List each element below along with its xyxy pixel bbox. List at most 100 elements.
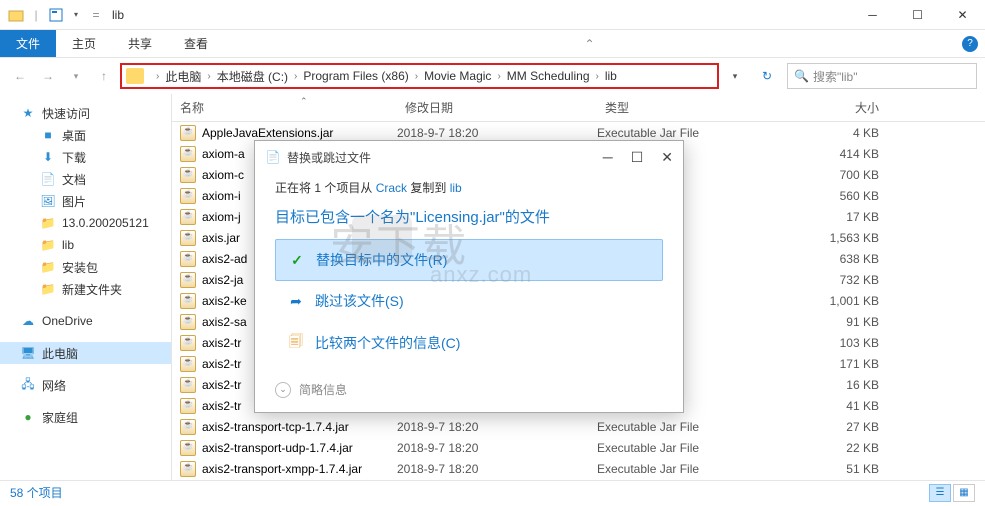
download-icon: ⬇ xyxy=(40,149,56,165)
search-placeholder: 搜索"lib" xyxy=(813,68,858,85)
homegroup-icon: ● xyxy=(20,409,36,425)
tab-view[interactable]: 查看 xyxy=(168,30,224,57)
dialog-conflict-text: 目标已包含一个名为"Licensing.jar"的文件 xyxy=(275,206,663,227)
chevron-right-icon[interactable]: › xyxy=(409,71,424,82)
source-link[interactable]: Crack xyxy=(376,181,407,195)
file-size: 16 KB xyxy=(797,378,887,392)
jar-icon xyxy=(180,335,196,351)
file-size: 41 KB xyxy=(797,399,887,413)
file-row[interactable]: axis2-transport-xmpp-1.7.4.jar 2018-9-7 … xyxy=(172,458,985,479)
sidebar-item-folder[interactable]: 📁13.0.200205121 xyxy=(0,212,171,234)
chevron-right-icon[interactable]: › xyxy=(590,71,605,82)
text: 复制到 xyxy=(407,181,450,195)
file-date: 2018-9-7 18:20 xyxy=(397,462,597,476)
file-row[interactable]: axis2-transport-tcp-1.7.4.jar 2018-9-7 1… xyxy=(172,416,985,437)
dialog-minimize-button[interactable]: ─ xyxy=(603,149,613,166)
chevron-down-icon[interactable]: ▾ xyxy=(68,7,84,23)
file-type: Executable Jar File xyxy=(597,126,797,140)
minimize-button[interactable]: ─ xyxy=(850,0,895,30)
sidebar-item-label: OneDrive xyxy=(42,314,93,328)
sidebar-item-quick[interactable]: ★快速访问 xyxy=(0,102,171,124)
refresh-button[interactable]: ↻ xyxy=(755,64,779,88)
folder-icon: 📁 xyxy=(40,281,56,297)
sidebar-item-documents[interactable]: 📄文档 xyxy=(0,168,171,190)
address-bar[interactable]: › 此电脑 › 本地磁盘 (C:) › Program Files (x86) … xyxy=(120,63,719,89)
details-view-button[interactable]: ☰ xyxy=(929,484,951,502)
file-date: 2018-9-7 18:20 xyxy=(397,126,597,140)
tab-home[interactable]: 主页 xyxy=(56,30,112,57)
col-date[interactable]: 修改日期 xyxy=(397,99,597,116)
sidebar-item-label: 网络 xyxy=(42,377,66,394)
sidebar-item-label: 安装包 xyxy=(62,259,98,276)
sort-arrow-icon: ⌃ xyxy=(292,96,308,107)
file-row[interactable]: axis2-transport-udp-1.7.4.jar 2018-9-7 1… xyxy=(172,437,985,458)
jar-icon xyxy=(180,356,196,372)
desktop-icon: ■ xyxy=(40,127,56,143)
sidebar-item-folder[interactable]: 📁新建文件夹 xyxy=(0,278,171,300)
dialog-close-button[interactable]: ✕ xyxy=(661,149,673,166)
dest-link[interactable]: lib xyxy=(450,181,462,195)
option-skip[interactable]: ➦ 跳过该文件(S) xyxy=(275,281,663,321)
icons-view-button[interactable]: ▦ xyxy=(953,484,975,502)
col-size[interactable]: 大小 xyxy=(797,99,887,116)
properties-icon[interactable] xyxy=(48,7,64,23)
forward-button[interactable]: → xyxy=(36,64,60,88)
option-label: 替换目标中的文件(R) xyxy=(316,250,447,270)
jar-icon xyxy=(180,440,196,456)
explorer-icon xyxy=(8,7,24,23)
close-button[interactable]: ✕ xyxy=(940,0,985,30)
dialog-expand[interactable]: ⌄ 简略信息 xyxy=(275,373,663,398)
option-label: 跳过该文件(S) xyxy=(315,291,404,311)
option-compare[interactable]: 🗐 比较两个文件的信息(C) xyxy=(275,321,663,365)
chevron-right-icon[interactable]: › xyxy=(150,71,165,82)
option-replace[interactable]: ✓ 替换目标中的文件(R) xyxy=(275,239,663,281)
tab-file[interactable]: 文件 xyxy=(0,30,56,57)
file-type: Executable Jar File xyxy=(597,420,797,434)
jar-icon xyxy=(180,272,196,288)
sidebar-item-onedrive[interactable]: ☁OneDrive xyxy=(0,310,171,332)
jar-icon xyxy=(180,251,196,267)
breadcrumb-seg[interactable]: Movie Magic xyxy=(424,69,491,83)
file-size: 560 KB xyxy=(797,189,887,203)
file-type: Executable Jar File xyxy=(597,462,797,476)
sidebar-item-desktop[interactable]: ■桌面 xyxy=(0,124,171,146)
sidebar-item-pictures[interactable]: 🖼图片 xyxy=(0,190,171,212)
search-input[interactable]: 🔍 搜索"lib" xyxy=(787,63,977,89)
jar-icon xyxy=(180,314,196,330)
address-dropdown-icon[interactable]: ▾ xyxy=(723,64,747,88)
sidebar-item-thispc[interactable]: 🖥此电脑 xyxy=(0,342,171,364)
up-button[interactable]: ↑ xyxy=(92,64,116,88)
maximize-button[interactable]: ☐ xyxy=(895,0,940,30)
chevron-right-icon[interactable]: › xyxy=(288,71,303,82)
sidebar-item-downloads[interactable]: ⬇下载 xyxy=(0,146,171,168)
sidebar-item-label: 文档 xyxy=(62,171,86,188)
dialog-maximize-button[interactable]: ☐ xyxy=(631,149,644,166)
file-size: 51 KB xyxy=(797,462,887,476)
col-type[interactable]: 类型 xyxy=(597,99,797,116)
breadcrumb-seg[interactable]: 本地磁盘 (C:) xyxy=(217,68,288,85)
column-header: ⌃ 名称 修改日期 类型 大小 xyxy=(172,94,985,122)
sidebar-item-folder[interactable]: 📁lib xyxy=(0,234,171,256)
ribbon-expand-icon[interactable]: ⌃ xyxy=(575,30,605,57)
sidebar-item-label: lib xyxy=(62,238,74,252)
sidebar-item-network[interactable]: 🖧网络 xyxy=(0,374,171,396)
sidebar-item-homegroup[interactable]: ●家庭组 xyxy=(0,406,171,428)
file-name: axis2-transport-xmpp-1.7.4.jar xyxy=(202,462,397,476)
dialog-titlebar: 📄 替换或跳过文件 ─ ☐ ✕ xyxy=(255,141,683,173)
history-dropdown[interactable]: ▾ xyxy=(64,64,88,88)
file-size: 1,563 KB xyxy=(797,231,887,245)
chevron-right-icon[interactable]: › xyxy=(491,71,506,82)
file-size: 732 KB xyxy=(797,273,887,287)
text: 正在将 1 个项目从 xyxy=(275,181,376,195)
file-name: axis2-transport-tcp-1.7.4.jar xyxy=(202,420,397,434)
help-icon[interactable]: ? xyxy=(955,30,985,57)
breadcrumb-root[interactable]: 此电脑 xyxy=(165,68,201,85)
chevron-right-icon[interactable]: › xyxy=(201,71,216,82)
breadcrumb-seg[interactable]: Program Files (x86) xyxy=(303,69,408,83)
breadcrumb-seg[interactable]: lib xyxy=(605,69,617,83)
back-button[interactable]: ← xyxy=(8,64,32,88)
tab-share[interactable]: 共享 xyxy=(112,30,168,57)
col-name[interactable]: 名称 xyxy=(172,99,397,116)
breadcrumb-seg[interactable]: MM Scheduling xyxy=(507,69,590,83)
sidebar-item-folder[interactable]: 📁安装包 xyxy=(0,256,171,278)
